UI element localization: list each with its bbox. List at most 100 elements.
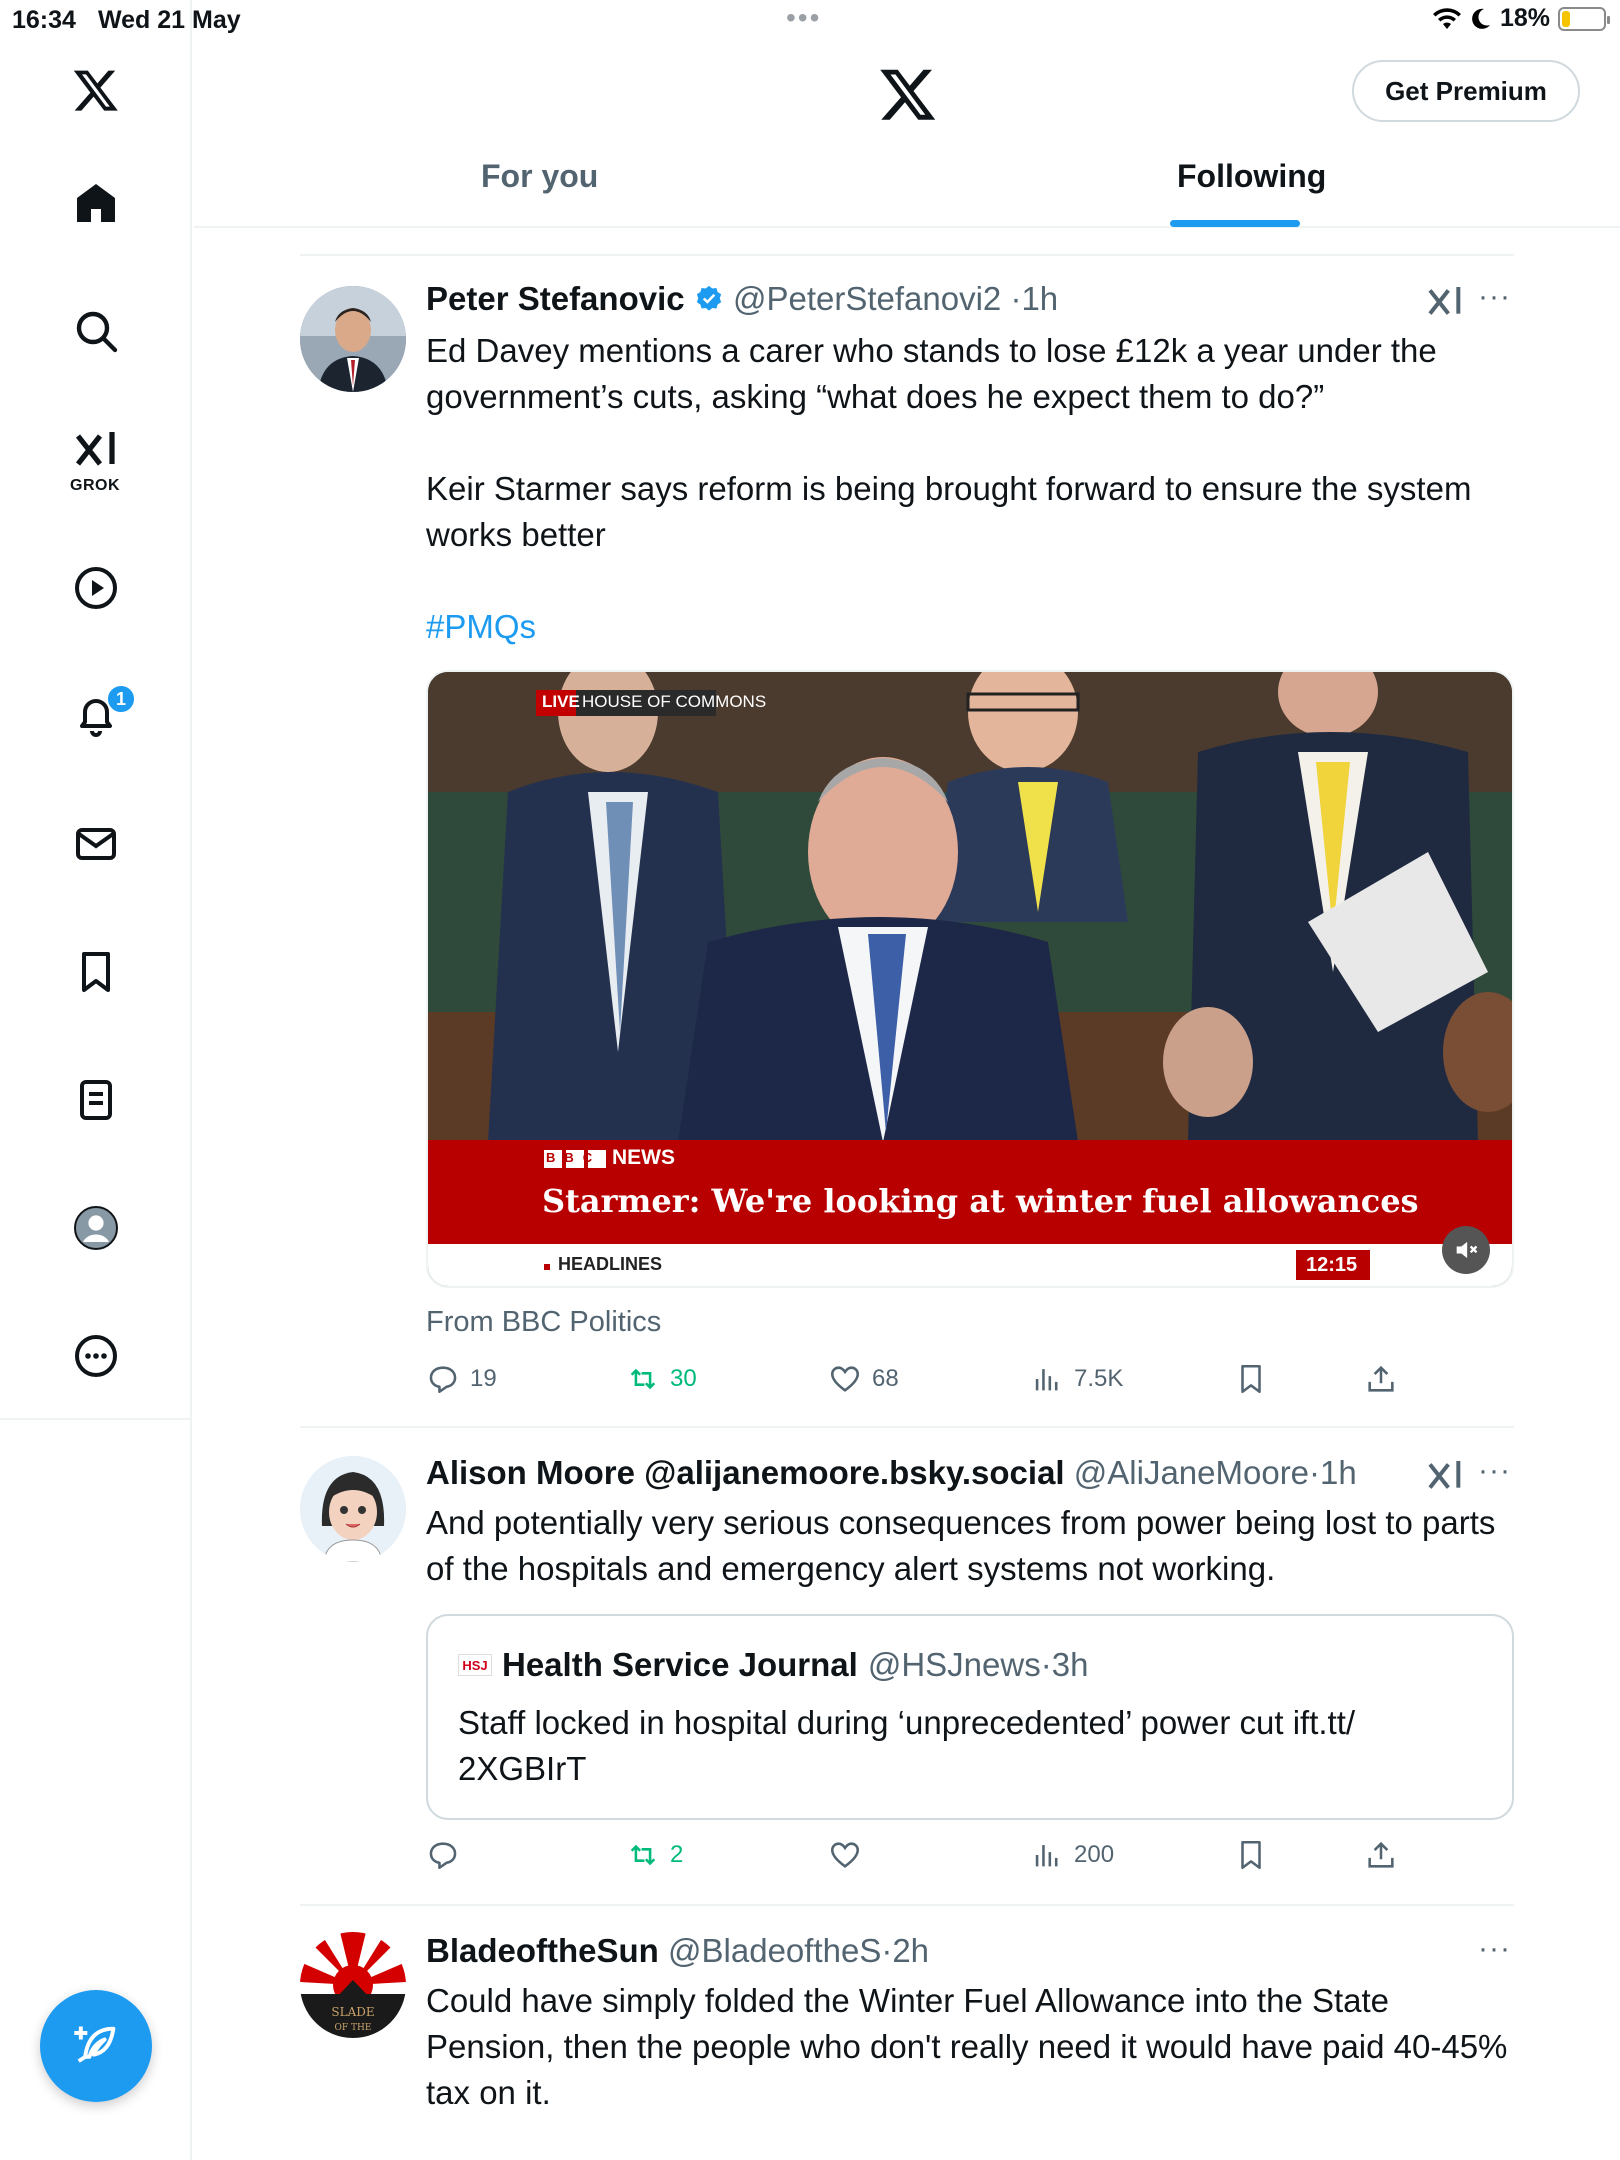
sidebar-nav: GROK 1 xyxy=(0,0,190,1420)
quote-header: HSJ Health Service Journal @HSJnews · 3h xyxy=(458,1646,1088,1684)
mute-icon[interactable] xyxy=(1452,1236,1480,1264)
feed-divider xyxy=(300,254,1514,256)
bookmark-icon xyxy=(1241,1364,1261,1394)
quote-author-name: Health Service Journal xyxy=(502,1646,858,1683)
verified-badge-icon xyxy=(696,285,721,311)
post-more-icon[interactable]: ··· xyxy=(1478,280,1511,314)
bookmark-button[interactable] xyxy=(1234,1362,1268,1396)
views-button[interactable]: 200 xyxy=(1030,1838,1114,1872)
author-name[interactable]: BladeoftheSun xyxy=(426,1932,659,1969)
post-actions: 19 30 68 7.5K xyxy=(426,1362,1426,1412)
sidebar-item-profile[interactable] xyxy=(56,1188,136,1268)
news-channel-label: NEWS xyxy=(612,1146,675,1169)
separator-dot: · xyxy=(1309,1454,1321,1491)
sidebar-item-explore[interactable] xyxy=(56,291,136,371)
feed-divider xyxy=(300,1426,1514,1428)
bookmark-button[interactable] xyxy=(1234,1838,1268,1872)
play-icon xyxy=(75,567,117,609)
post-header: Peter Stefanovic @PeterStefanovi2 ·1h xyxy=(426,280,1058,318)
author-handle[interactable]: @BladeoftheS xyxy=(668,1932,881,1969)
hashtag-link[interactable]: #PMQs xyxy=(426,604,1516,650)
x-logo-icon[interactable] xyxy=(56,50,136,130)
grok-icon[interactable] xyxy=(1425,282,1465,322)
multitasking-dots-icon[interactable]: ••• xyxy=(786,2,821,34)
sidebar-item-messages[interactable] xyxy=(56,804,136,884)
reply-button[interactable] xyxy=(426,1838,470,1872)
post-text: And potentially very serious consequence… xyxy=(426,1504,1496,1587)
author-name[interactable]: Peter Stefanovic xyxy=(426,280,685,317)
hsj-logo-icon: HSJ xyxy=(458,1654,492,1676)
status-bar: 16:34 Wed 21 May ••• 18% xyxy=(0,0,1620,40)
grok-icon[interactable] xyxy=(1425,1456,1465,1496)
separator-dot: · xyxy=(881,1932,893,1969)
post-text-paragraph: Keir Starmer says reform is being brough… xyxy=(426,470,1472,553)
avatar-cartoon xyxy=(300,1456,406,1562)
heart-icon xyxy=(830,1366,860,1392)
sidebar-item-home[interactable] xyxy=(56,163,136,243)
author-name[interactable]: Alison Moore @alijanemoore.bsky.social xyxy=(426,1454,1065,1491)
reply-icon xyxy=(429,1366,457,1394)
status-indicators: 18% xyxy=(1432,4,1610,33)
svg-text:SLADE: SLADE xyxy=(331,2005,374,2019)
views-chart-icon xyxy=(1035,1845,1058,1867)
video-clock: 12:15 xyxy=(1306,1254,1358,1276)
avatar[interactable] xyxy=(300,1456,406,1562)
post-more-icon[interactable]: ··· xyxy=(1478,1454,1511,1488)
post-actions: 2 200 xyxy=(426,1838,1426,1888)
separator-dot: · xyxy=(1010,280,1022,317)
mail-icon xyxy=(76,828,116,860)
like-button[interactable]: 68 xyxy=(828,1362,899,1396)
more-circle-icon xyxy=(75,1335,117,1377)
grok-icon xyxy=(75,432,115,466)
share-button[interactable] xyxy=(1364,1838,1398,1872)
like-button[interactable] xyxy=(828,1838,872,1872)
view-count: 7.5K xyxy=(1074,1365,1124,1392)
avatar[interactable] xyxy=(300,286,406,392)
battery-icon xyxy=(1558,6,1610,31)
sidebar-item-more[interactable] xyxy=(56,1316,136,1396)
reply-button[interactable]: 19 xyxy=(426,1362,497,1396)
separator-dot: · xyxy=(1040,1646,1052,1683)
grok-label: GROK xyxy=(70,477,120,494)
repost-button[interactable]: 2 xyxy=(626,1838,683,1872)
compose-post-button[interactable] xyxy=(40,1990,152,2102)
live-tag: LIVE xyxy=(542,692,580,711)
video-player[interactable]: LIVE HOUSE OF COMMONS BBC NEWS Starmer: … xyxy=(426,670,1514,1288)
profile-avatar-icon xyxy=(74,1206,118,1250)
avatar[interactable]: SLADE OF THE xyxy=(300,1932,406,2038)
author-handle[interactable]: @PeterStefanovi2 xyxy=(733,280,1001,317)
location-tag: HOUSE OF COMMONS xyxy=(582,692,767,711)
battery-percent: 18% xyxy=(1499,4,1550,32)
sidebar-item-video[interactable] xyxy=(56,548,136,628)
avatar-photo xyxy=(300,286,406,392)
sidebar-item-lists[interactable] xyxy=(56,1060,136,1140)
views-button[interactable]: 7.5K xyxy=(1030,1362,1123,1396)
video-source-label[interactable]: From BBC Politics xyxy=(426,1306,661,1339)
notification-badge: 1 xyxy=(106,684,136,714)
post-text: Ed Davey mentions a carer who stands to … xyxy=(426,328,1516,650)
sidebar: GROK 1 xyxy=(0,0,192,2160)
post-time[interactable]: 1h xyxy=(1320,1454,1357,1491)
timeline-header: Get Premium For you Following xyxy=(194,40,1620,228)
x-logo-icon[interactable] xyxy=(878,64,938,124)
svg-text:OF THE: OF THE xyxy=(335,2023,372,2033)
share-button[interactable] xyxy=(1364,1362,1398,1396)
quoted-post[interactable]: HSJ Health Service Journal @HSJnews · 3h S… xyxy=(426,1614,1514,1820)
quote-text: Staff locked in hospital during ‘unprece… xyxy=(458,1704,1356,1787)
get-premium-button[interactable]: Get Premium xyxy=(1352,60,1580,122)
post-time[interactable]: 1h xyxy=(1021,280,1058,317)
feed-divider xyxy=(300,1904,1514,1906)
reply-icon xyxy=(429,1842,457,1870)
post-more-icon[interactable]: ··· xyxy=(1478,1932,1511,1966)
sidebar-item-bookmarks[interactable] xyxy=(56,932,136,1012)
views-chart-icon xyxy=(1035,1369,1058,1391)
post-time[interactable]: 2h xyxy=(892,1932,929,1969)
repost-button[interactable]: 30 xyxy=(626,1362,697,1396)
share-icon xyxy=(1368,1365,1394,1392)
tab-for-you[interactable]: For you xyxy=(481,158,598,228)
repost-icon xyxy=(630,1844,656,1866)
x-logo-svg xyxy=(73,70,118,111)
tab-following[interactable]: Following xyxy=(1177,158,1326,228)
post-text: Could have simply folded the Winter Fuel… xyxy=(426,1982,1508,2111)
author-handle[interactable]: @AliJaneMoore xyxy=(1074,1454,1309,1491)
